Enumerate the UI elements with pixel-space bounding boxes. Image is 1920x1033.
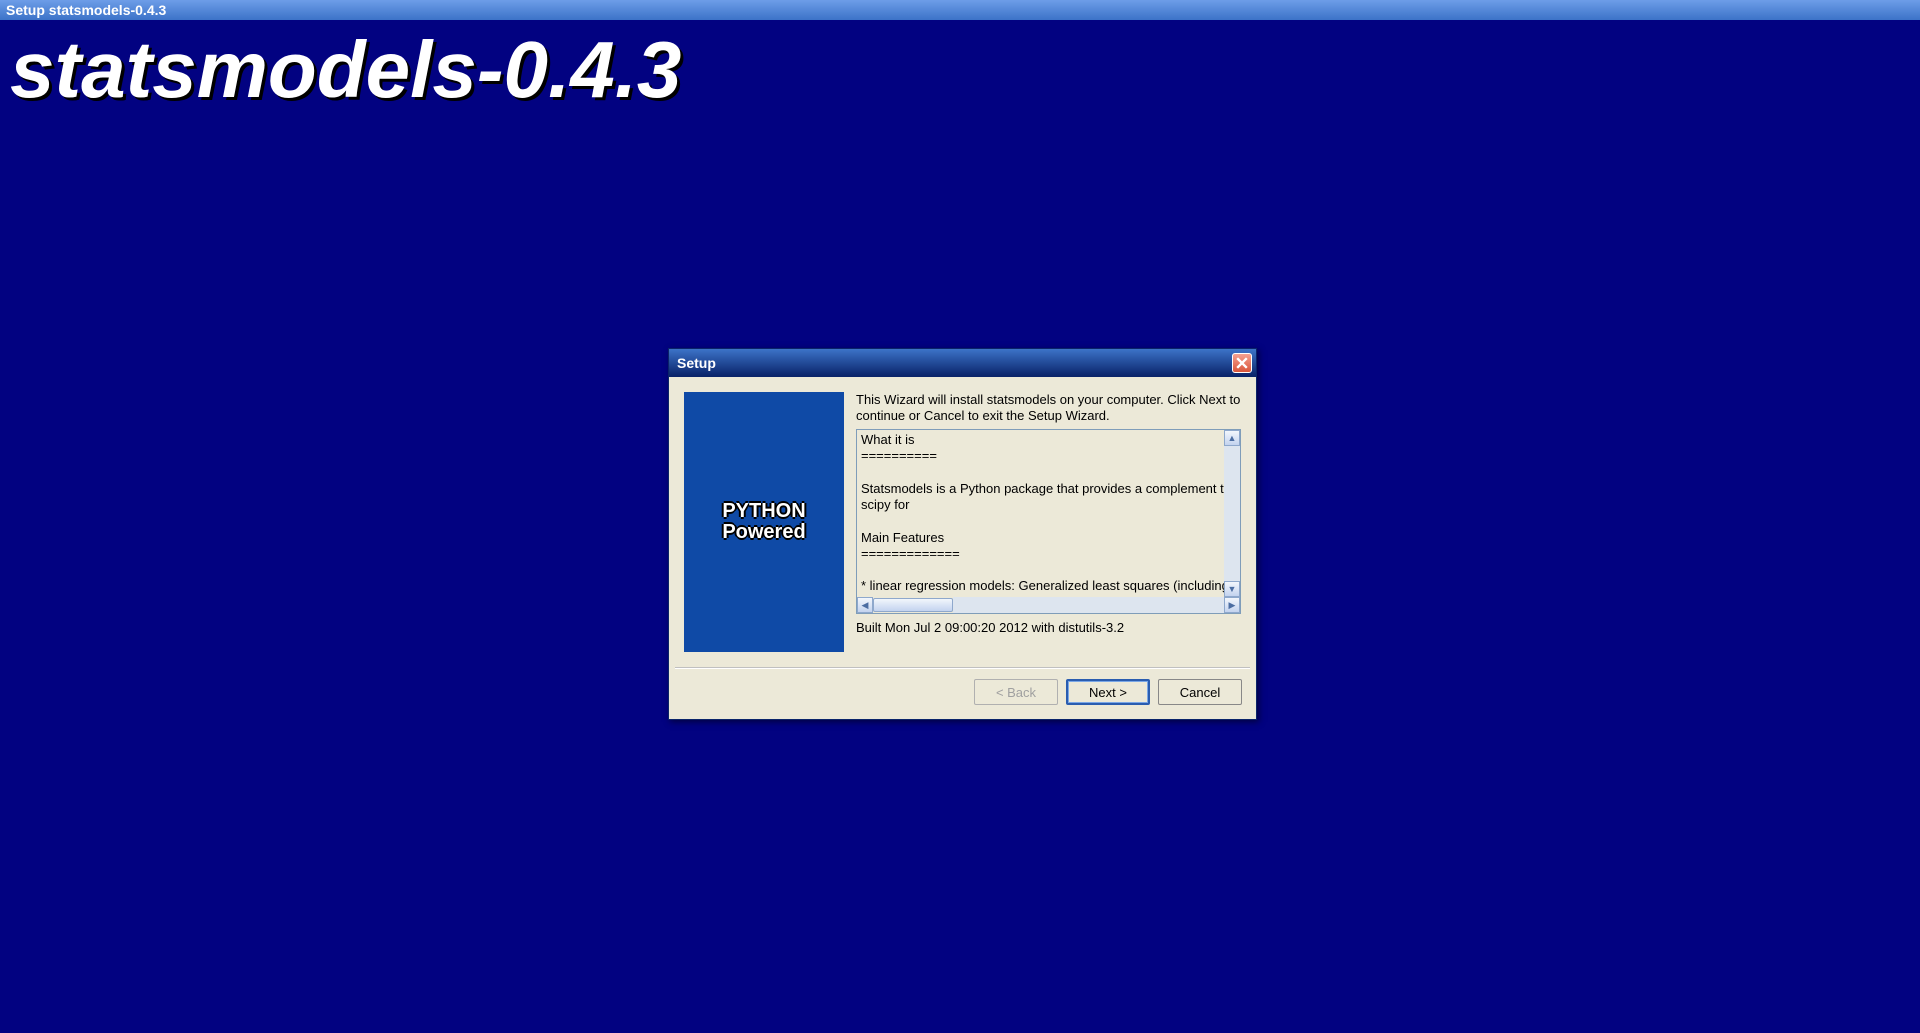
outer-window-titlebar: Setup statsmodels-0.4.3: [0, 0, 1920, 20]
wizard-side-image: PYTHON Powered: [684, 392, 844, 652]
description-line: [861, 513, 1236, 529]
close-icon: [1236, 357, 1248, 369]
description-line: What it is: [861, 432, 1236, 448]
description-line: Main Features: [861, 530, 1236, 546]
scroll-right-button[interactable]: ▶: [1224, 597, 1240, 613]
description-line: ==========: [861, 448, 1236, 464]
page-hero-title: statsmodels-0.4.3: [0, 20, 1920, 120]
description-content: What it is========== Statsmodels is a Py…: [857, 430, 1240, 614]
scroll-left-button[interactable]: ◀: [857, 597, 873, 613]
dialog-body: PYTHON Powered This Wizard will install …: [669, 377, 1256, 667]
wizard-intro-text: This Wizard will install statsmodels on …: [856, 392, 1241, 423]
logo-line2: Powered: [722, 522, 805, 543]
cancel-button[interactable]: Cancel: [1158, 679, 1242, 705]
next-button[interactable]: Next >: [1066, 679, 1150, 705]
wizard-content: This Wizard will install statsmodels on …: [856, 392, 1241, 652]
outer-window-title: Setup statsmodels-0.4.3: [6, 2, 166, 18]
horizontal-scrollbar[interactable]: ◀ ▶: [857, 597, 1240, 613]
vertical-scrollbar[interactable]: ▲ ▼: [1224, 430, 1240, 597]
scroll-track-v[interactable]: [1224, 446, 1240, 581]
dialog-titlebar[interactable]: Setup: [669, 349, 1256, 377]
scroll-up-button[interactable]: ▲: [1224, 430, 1240, 446]
setup-dialog: Setup PYTHON Powered This Wizard will in…: [668, 348, 1257, 720]
description-textarea[interactable]: What it is========== Statsmodels is a Py…: [856, 429, 1241, 614]
back-button: < Back: [974, 679, 1058, 705]
close-button[interactable]: [1232, 353, 1252, 373]
description-line: [861, 465, 1236, 481]
scroll-track-h[interactable]: [953, 597, 1224, 613]
description-line: [861, 562, 1236, 578]
python-powered-logo: PYTHON Powered: [722, 501, 805, 543]
description-line: Statsmodels is a Python package that pro…: [861, 481, 1236, 514]
logo-line1: PYTHON: [722, 501, 805, 522]
scroll-down-button[interactable]: ▼: [1224, 581, 1240, 597]
dialog-footer: < Back Next > Cancel: [669, 669, 1256, 719]
dialog-title: Setup: [673, 355, 716, 371]
scroll-thumb-h[interactable]: [873, 598, 953, 612]
description-line: =============: [861, 546, 1236, 562]
built-info-text: Built Mon Jul 2 09:00:20 2012 with distu…: [856, 620, 1241, 635]
